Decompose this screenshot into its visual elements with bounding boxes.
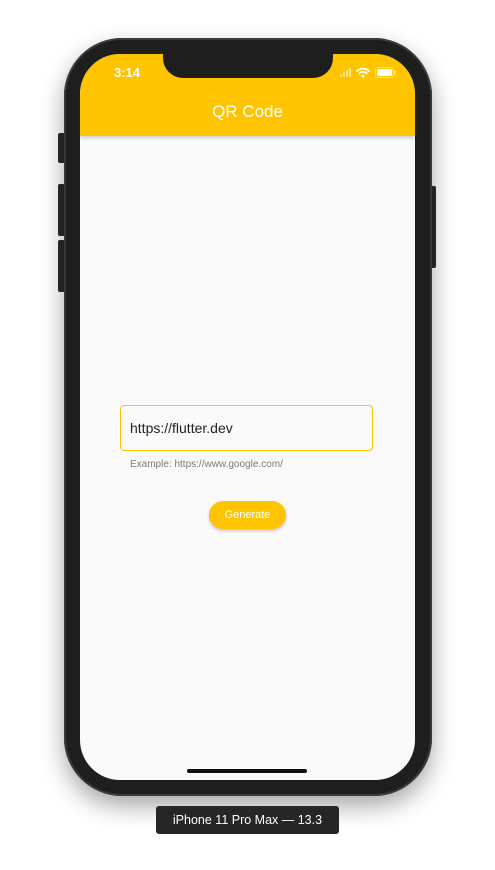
generate-button[interactable]: Generate: [209, 501, 286, 529]
status-time: 3:14: [114, 65, 141, 80]
device-notch: [163, 54, 333, 78]
status-icons: [340, 66, 397, 78]
device-screen: 3:14 QR Code Exampl: [80, 54, 415, 780]
cellular-signal-icon: [340, 67, 351, 77]
home-indicator[interactable]: [187, 769, 307, 773]
app-bar: 3:14 QR Code: [80, 54, 415, 136]
wifi-icon: [356, 67, 370, 78]
url-input[interactable]: [120, 405, 373, 451]
battery-icon: [375, 66, 397, 78]
url-helper-text: Example: https://www.google.com/: [130, 459, 283, 470]
simulator-device-label: iPhone 11 Pro Max — 13.3: [156, 806, 339, 834]
page-title: QR Code: [212, 102, 283, 121]
